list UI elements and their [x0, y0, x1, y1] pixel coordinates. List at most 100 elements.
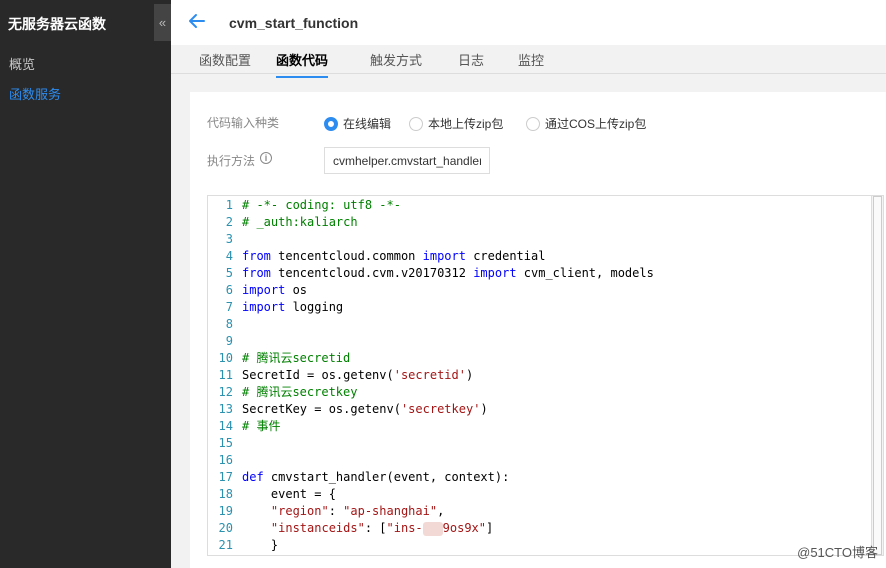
line-number: 10: [218, 351, 233, 365]
line-number: 6: [225, 283, 233, 297]
redacted-text: [422, 521, 443, 536]
line-number: 20: [218, 521, 233, 535]
code-line[interactable]: 5 from tencentcloud.cvm.v20170312 import …: [208, 265, 654, 282]
code-panel: 代码输入种类 在线编辑 本地上传zip包 通过COS上传zip包 执行方法 i …: [190, 92, 886, 568]
radio-dot[interactable]: [324, 116, 338, 131]
radio-dot[interactable]: [409, 116, 423, 131]
sidebar-item-overview[interactable]: 概览: [9, 54, 35, 73]
watermark: @51CTO博客: [797, 545, 878, 560]
line-number: 17: [218, 470, 233, 484]
sidebar: 无服务器云函数 « 概览 函数服务: [0, 0, 171, 568]
code-token: SecretKey = os.getenv(: [242, 402, 401, 416]
code-token: tencentcloud.cvm.v20170312: [270, 266, 474, 280]
editor-scrollbar[interactable]: [871, 196, 883, 555]
code-token: ): [480, 402, 488, 416]
code-token: SecretId = os.getenv(: [242, 368, 394, 382]
line-number: 3: [225, 232, 233, 246]
line-number: 2: [225, 215, 233, 229]
line-number: 7: [225, 300, 233, 314]
code-token: credential: [465, 249, 546, 263]
code-token: logging: [285, 300, 344, 314]
tab-function-code[interactable]: 函数代码: [276, 50, 329, 78]
sidebar-title: 无服务器云函数: [8, 16, 106, 32]
code-token: 9os9x": [442, 521, 486, 535]
code-line[interactable]: 10 # 腾讯云secretid: [208, 350, 351, 367]
code-token: ,: [437, 504, 445, 518]
scroll-thumb[interactable]: [873, 196, 882, 555]
collapse-sidebar-button[interactable]: «: [154, 4, 171, 41]
code-line[interactable]: 3: [208, 231, 242, 248]
tab-logs[interactable]: 日志: [458, 50, 484, 76]
code-line[interactable]: 4 from tencentcloud.common import credent…: [208, 248, 546, 265]
code-line[interactable]: 13 SecretKey = os.getenv('secretkey'): [208, 401, 488, 418]
handler-label: 执行方法: [207, 154, 256, 168]
code-token: "ins-: [386, 521, 423, 535]
code-line[interactable]: 16: [208, 452, 242, 469]
page-title: cvm_start_function: [229, 15, 359, 31]
line-number: 15: [218, 436, 233, 450]
code-token: 'secretid': [393, 368, 466, 382]
code-token: "instanceids": [270, 521, 365, 535]
back-arrow-icon[interactable]: [187, 11, 207, 31]
code-token: "ap-shanghai": [343, 504, 438, 518]
code-editor[interactable]: 21 } 20 "instanceids": ["ins- 9os9x"] 19 "r…: [207, 195, 884, 556]
code-line[interactable]: 2 # _auth:kaliarch: [208, 214, 358, 231]
code-line[interactable]: 11 SecretId = os.getenv('secretid'): [208, 367, 474, 384]
handler-input[interactable]: [324, 147, 490, 174]
code-token: # -*- coding: utf8 -*-: [242, 198, 401, 212]
line-number: 19: [218, 504, 233, 518]
line-number: 8: [225, 317, 233, 331]
tab-function-config[interactable]: 函数配置: [199, 50, 251, 76]
code-token: "region": [270, 504, 329, 518]
code-token: cmvstart_handler(event, context):: [263, 470, 510, 484]
code-line[interactable]: 7 import logging: [208, 299, 343, 316]
code-token: event = {: [242, 487, 336, 501]
tab-bar: 函数配置 函数代码 触发方式 日志 监控: [171, 45, 886, 78]
info-icon[interactable]: i: [260, 152, 272, 164]
line-number: 5: [225, 266, 233, 280]
code-line[interactable]: 12 # 腾讯云secretkey: [208, 384, 358, 401]
line-number: 9: [225, 334, 233, 348]
radio-dot[interactable]: [526, 116, 540, 131]
line-number: 13: [218, 402, 233, 416]
radio-label: 通过COS上传zip包: [545, 117, 647, 131]
code-token: ): [465, 368, 474, 382]
radio-cos-zip[interactable]: 通过COS上传zip包: [526, 115, 646, 132]
code-token: from: [242, 249, 271, 263]
code-line[interactable]: 8: [208, 316, 242, 333]
code-token: 'secretkey': [400, 402, 481, 416]
code-line[interactable]: 19 "region": "ap-shanghai",: [208, 503, 445, 520]
code-token: from: [242, 266, 271, 280]
line-number: 14: [218, 419, 233, 433]
code-token: cvm_client, models: [516, 266, 654, 280]
code-line[interactable]: 6 import os: [208, 282, 307, 299]
code-token: ]: [486, 521, 494, 535]
line-number: 21: [218, 538, 233, 552]
tab-monitoring[interactable]: 监控: [518, 50, 544, 76]
tab-triggers[interactable]: 触发方式: [370, 50, 422, 76]
code-line[interactable]: 18 event = {: [208, 486, 336, 503]
input-type-label: 代码输入种类: [207, 116, 280, 130]
code-token: # 腾讯云secretkey: [242, 385, 358, 399]
sidebar-item-functions[interactable]: 函数服务: [9, 84, 61, 103]
line-number: 11: [218, 368, 233, 382]
radio-label: 在线编辑: [343, 117, 392, 131]
code-line[interactable]: 17 def cmvstart_handler(event, context):: [208, 469, 510, 486]
code-token: import: [422, 249, 466, 263]
radio-local-zip[interactable]: 本地上传zip包: [409, 115, 503, 132]
code-line[interactable]: 1 # -*- coding: utf8 -*-: [208, 197, 401, 214]
code-line[interactable]: 15: [208, 435, 242, 452]
line-number: 1: [225, 198, 233, 212]
code-line[interactable]: 21 }: [208, 537, 279, 554]
code-line[interactable]: 20 "instanceids": ["ins- 9os9x"]: [208, 520, 493, 537]
code-token: tencentcloud.common: [270, 249, 423, 263]
code-token: }: [242, 538, 279, 552]
code-token: # _auth:kaliarch: [242, 215, 358, 229]
code-line[interactable]: 14 # 事件: [208, 418, 281, 435]
code-line[interactable]: 9: [208, 333, 242, 350]
page-header: cvm_start_function: [171, 0, 886, 45]
code-token: import: [242, 283, 286, 297]
line-number: 16: [218, 453, 233, 467]
radio-online-edit[interactable]: 在线编辑: [324, 115, 391, 132]
